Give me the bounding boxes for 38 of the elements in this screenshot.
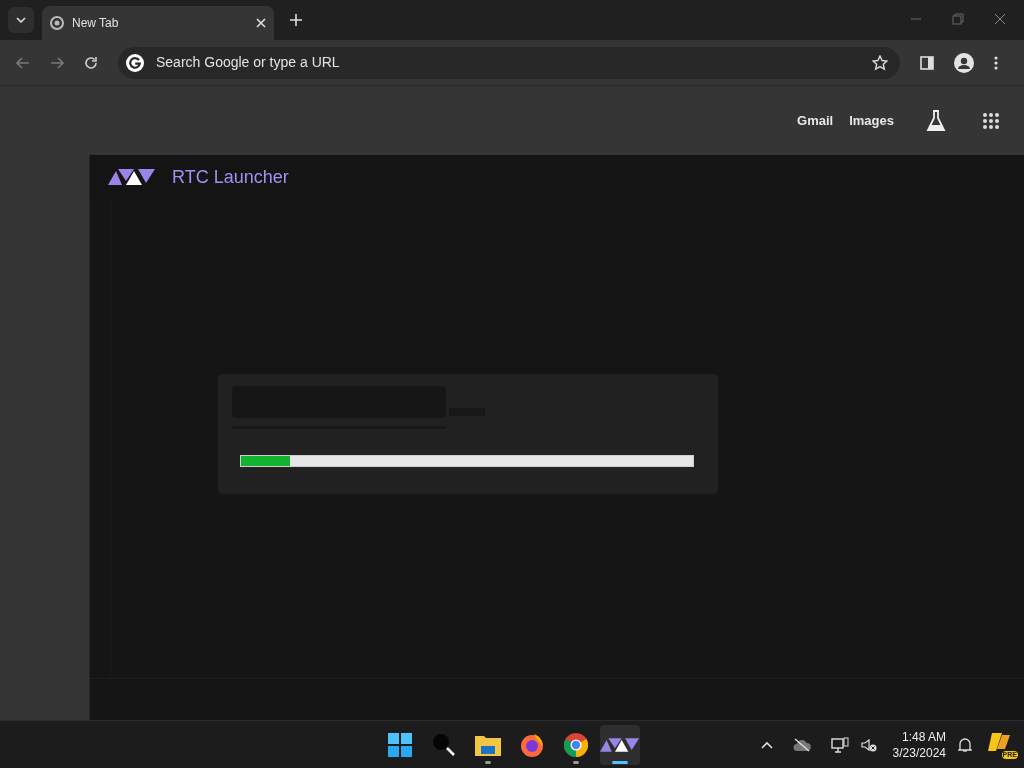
app-tray-icon[interactable] [988,730,1012,753]
back-icon[interactable] [16,56,30,69]
google-logo-icon [126,53,144,72]
window-title: RTC Launcher [172,165,289,189]
profile-icon[interactable] [954,52,974,73]
tab-list-button[interactable] [8,7,34,33]
launcher-logo-icon [108,167,156,187]
running-indicator [612,760,628,764]
chrome-icon [564,732,588,757]
chevron-down-icon [16,17,26,23]
folder-icon [475,733,501,756]
new-tab-icon[interactable] [290,14,302,26]
menu-icon[interactable] [994,55,998,70]
forward-icon[interactable] [50,56,64,69]
firefox-icon [520,732,544,757]
taskbar-app-button[interactable] [600,724,640,765]
apps-grid-icon[interactable] [982,111,1000,130]
star-icon[interactable] [872,54,888,71]
chevron-up-icon[interactable] [760,740,773,749]
flask-icon[interactable] [926,109,946,132]
side-panel-icon[interactable] [920,55,934,70]
running-indicator [485,760,491,764]
running-indicator [573,760,579,764]
bell-icon[interactable] [958,736,972,753]
clock-date[interactable]: 3/23/2024 [892,744,946,761]
browser-tab[interactable]: New Tab [42,6,274,40]
search-icon [432,732,456,757]
cloud-off-icon[interactable] [792,737,811,752]
windows-logo-icon [388,732,412,757]
header-link[interactable]: Gmail [797,110,834,131]
speaker-muted-icon[interactable] [860,737,877,752]
address-bar[interactable]: Search Google or type a URL [118,46,900,79]
reload-icon[interactable] [84,55,98,70]
close-icon[interactable] [994,13,1006,25]
clock-time[interactable]: 1:48 AM [901,728,946,745]
network-icon[interactable] [830,736,849,753]
header-link[interactable]: Images [849,110,894,131]
tab-title: New Tab [72,15,120,32]
